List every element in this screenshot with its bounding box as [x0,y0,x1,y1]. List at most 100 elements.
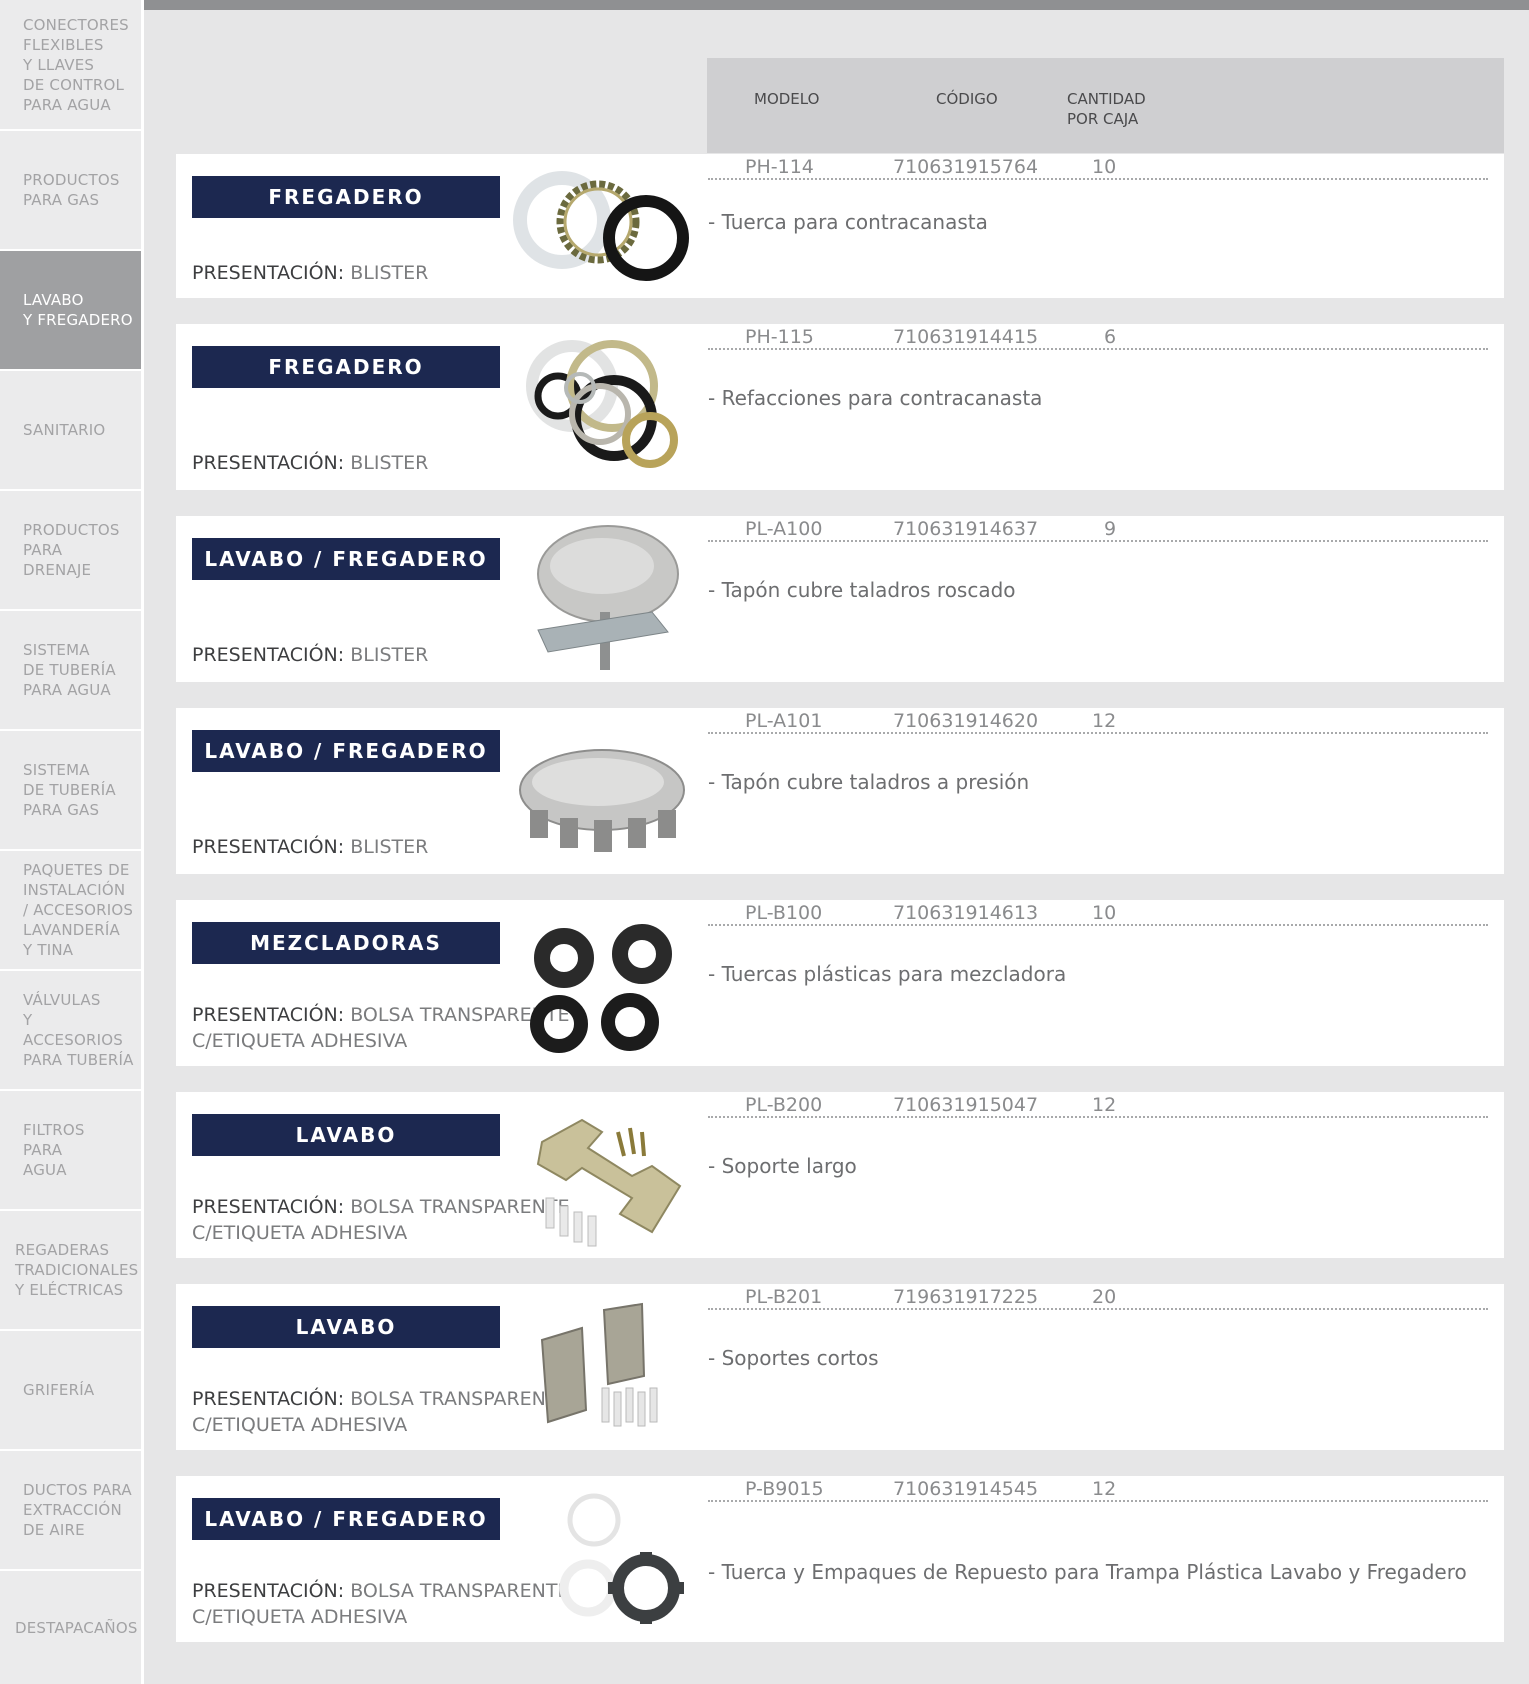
presentation-label: PRESENTACIÓN: [192,1580,345,1602]
top-bar [144,0,1529,10]
barcode-number: 710631915047 [893,1094,1039,1116]
barcode-number: 710631915764 [893,156,1039,178]
presentation-value: BLISTER [344,836,429,858]
sidebar-item-regaderas[interactable]: REGADERAS TRADICIONALES Y ELÉCTRICAS [0,1211,141,1331]
model-code: PH-115 [745,326,814,348]
product-description: - Tuerca y Empaques de Repuesto para Tra… [708,1560,1467,1584]
product-card: MEZCLADORAS PRESENTACIÓN: BOLSA TRANSPAR… [176,900,1504,1066]
product-card: LAVABO / FREGADERO PRESENTACIÓN: BLISTER… [176,708,1504,874]
box-quantity: 12 [1092,710,1117,732]
plastic-nuts-icon [530,924,672,1053]
barcode-number: 719631917225 [893,1286,1039,1308]
barcode-number: 710631914545 [893,1478,1039,1500]
product-description: - Tapón cubre taladros a presión [708,770,1030,794]
product-card: FREGADERO PRESENTACIÓN: BLISTER PH-114 7… [176,154,1504,298]
model-code: PL-B201 [745,1286,823,1308]
presentation-label: PRESENTACIÓN: [192,644,345,666]
box-quantity: 6 [1104,326,1117,348]
gasket-rings-icon [513,171,689,281]
product-row: PL-B201 719631917225 20 [708,1286,1488,1310]
model-code: P-B9015 [745,1478,824,1500]
category-label: LAVABO / FREGADERO [192,538,500,580]
product-row: PL-B100 710631914613 10 [708,902,1488,926]
press-cap-icon [519,749,685,852]
presentation-value: BLISTER [344,262,429,284]
box-quantity: 12 [1092,1094,1117,1116]
product-row: PL-A101 710631914620 12 [708,710,1488,734]
product-description: - Tuerca para contracanasta [708,210,988,234]
presentation-text: PRESENTACIÓN: BLISTER [192,642,428,668]
sidebar-item-destapacanos[interactable]: DESTAPACAÑOS [0,1571,141,1684]
model-code: PL-B100 [745,902,823,924]
model-code: PH-114 [745,156,814,178]
category-label: MEZCLADORAS [192,922,500,964]
product-card: FREGADERO PRESENTACIÓN: BLISTER PH-115 7… [176,324,1504,490]
presentation-value: BLISTER [344,644,429,666]
presentation-text: PRESENTACIÓN: BLISTER [192,450,428,476]
column-header-codigo: CÓDIGO [936,90,998,108]
presentation-label: PRESENTACIÓN: [192,1388,345,1410]
sidebar-item-ductos[interactable]: DUCTOS PARA EXTRACCIÓN DE AIRE [0,1451,141,1571]
category-sidebar: CONECTORES FLEXIBLES Y LLAVES DE CONTROL… [0,0,144,1684]
product-row: PL-B200 710631915047 12 [708,1094,1488,1118]
long-bracket-icon [536,1118,682,1247]
presentation-label: PRESENTACIÓN: [192,452,345,474]
product-description: - Tuercas plásticas para mezcladora [708,962,1067,986]
barcode-number: 710631914637 [893,518,1039,540]
presentation-label: PRESENTACIÓN: [192,262,345,284]
sidebar-item-valvulas[interactable]: VÁLVULAS Y ACCESORIOS PARA TUBERÍA [0,971,141,1091]
model-code: PL-A101 [745,710,823,732]
product-card: LAVABO PRESENTACIÓN: BOLSA TRANSPARENTE … [176,1284,1504,1450]
box-quantity: 9 [1104,518,1117,540]
sidebar-item-tuberia-gas[interactable]: SISTEMA DE TUBERÍA PARA GAS [0,731,141,851]
product-card: LAVABO / FREGADERO PRESENTACIÓN: BOLSA T… [176,1476,1504,1642]
box-quantity: 20 [1092,1286,1117,1308]
gasket-set-icon [526,340,678,468]
category-label: FREGADERO [192,346,500,388]
category-label: LAVABO / FREGADERO [192,730,500,772]
presentation-label: PRESENTACIÓN: [192,1196,345,1218]
product-card: LAVABO PRESENTACIÓN: BOLSA TRANSPARENTE … [176,1092,1504,1258]
box-quantity: 10 [1092,902,1117,924]
product-row: PH-115 710631914415 6 [708,326,1488,350]
product-description: - Refacciones para contracanasta [708,386,1043,410]
sidebar-item-tuberia-agua[interactable]: SISTEMA DE TUBERÍA PARA AGUA [0,611,141,731]
product-description: - Soporte largo [708,1154,857,1178]
sidebar-item-paquetes[interactable]: PAQUETES DE INSTALACIÓN / ACCESORIOS LAV… [0,851,141,971]
column-header-cantidad: CANTIDAD POR CAJA [1067,90,1146,128]
product-row: PL-A100 710631914637 9 [708,518,1488,542]
category-label: LAVABO / FREGADERO [192,1498,500,1540]
sidebar-item-drenaje[interactable]: PRODUCTOS PARA DRENAJE [0,491,141,611]
presentation-text: PRESENTACIÓN: BLISTER [192,834,428,860]
column-header-modelo: MODELO [754,90,820,108]
barcode-number: 710631914613 [893,902,1039,924]
category-label: LAVABO [192,1306,500,1348]
product-row: PH-114 710631915764 10 [708,156,1488,180]
barcode-number: 710631914620 [893,710,1039,732]
sidebar-item-lavabo-fregadero[interactable]: LAVABO Y FREGADERO [0,251,141,371]
model-code: PL-A100 [745,518,823,540]
box-quantity: 12 [1092,1478,1117,1500]
barcode-number: 710631914415 [893,326,1039,348]
sidebar-item-conectores[interactable]: CONECTORES FLEXIBLES Y LLAVES DE CONTROL… [0,0,141,131]
presentation-label: PRESENTACIÓN: [192,1004,345,1026]
sidebar-item-sanitario[interactable]: SANITARIO [0,371,141,491]
trap-nut-gaskets-icon [559,1493,684,1624]
presentation-text: PRESENTACIÓN: BLISTER [192,260,428,286]
model-code: PL-B200 [745,1094,823,1116]
product-card: LAVABO / FREGADERO PRESENTACIÓN: BLISTER… [176,516,1504,682]
product-description: - Soportes cortos [708,1346,879,1370]
threaded-cap-icon [537,525,679,670]
sidebar-item-filtros[interactable]: FILTROS PARA AGUA [0,1091,141,1211]
category-label: LAVABO [192,1114,500,1156]
sidebar-item-griferia[interactable]: GRIFERÍA [0,1331,141,1451]
presentation-value: BLISTER [344,452,429,474]
table-header: MODELO CÓDIGO CANTIDAD POR CAJA [707,58,1504,153]
product-description: - Tapón cubre taladros roscado [708,578,1016,602]
product-row: P-B9015 710631914545 12 [708,1478,1488,1502]
presentation-label: PRESENTACIÓN: [192,836,345,858]
sidebar-item-productos-gas[interactable]: PRODUCTOS PARA GAS [0,131,141,251]
category-label: FREGADERO [192,176,500,218]
box-quantity: 10 [1092,156,1117,178]
short-brackets-icon [540,1302,658,1427]
